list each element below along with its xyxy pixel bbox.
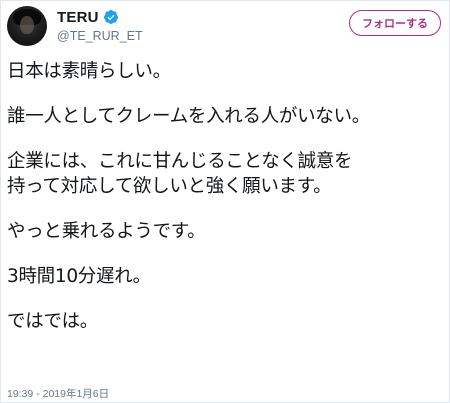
display-name-row: TERU	[57, 8, 143, 26]
display-name[interactable]: TERU	[57, 9, 99, 26]
tweet-line-5: やっと乗れるようです。	[7, 221, 206, 242]
tweet-header: TERU @TE_RUR_ET フォローする	[7, 6, 443, 46]
tweet-line-7: ではでは。	[7, 311, 99, 332]
timestamp[interactable]: 19:39 - 2019年1月6日	[7, 386, 109, 401]
handle[interactable]: @TE_RUR_ET	[57, 29, 143, 43]
tweet-line-1: 日本は素晴らしい。	[7, 61, 171, 82]
tweet-card: TERU @TE_RUR_ET フォローする 日本は素晴らしい。 誰一人としてク…	[0, 0, 450, 403]
avatar-face	[20, 16, 34, 34]
tweet-line-6: 3時間10分遅れ。	[7, 266, 151, 287]
verified-badge-icon	[103, 9, 119, 25]
tweet-text: 日本は素晴らしい。 誰一人としてクレームを入れる人がいない。 企業には、これに甘…	[7, 59, 447, 334]
tweet-line-2: 誰一人としてクレームを入れる人がいない。	[7, 106, 370, 127]
tweet-line-3: 企業には、これに甘んじることなく誠意を	[7, 151, 353, 172]
author-info[interactable]: TERU @TE_RUR_ET	[57, 8, 143, 44]
follow-button[interactable]: フォローする	[349, 10, 441, 36]
avatar[interactable]	[7, 6, 47, 46]
tweet-line-4: 持って対応して欲しいと強く願います。	[7, 176, 332, 197]
